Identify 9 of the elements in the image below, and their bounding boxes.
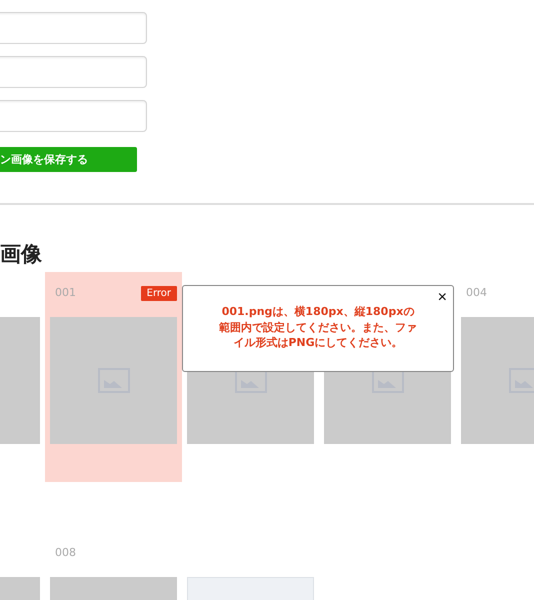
close-button[interactable]: ×	[438, 289, 447, 307]
image-number: 004	[465, 286, 487, 300]
image-number: 001	[54, 286, 76, 300]
error-badge: Error	[140, 286, 177, 301]
section-title: 画像	[0, 241, 43, 267]
save-button[interactable]: ン画像を保存する	[0, 147, 137, 172]
image-number: 008	[54, 546, 76, 560]
error-message: 001.pngは、横180px、縦180pxの範囲内で設定してください。また、ファイル形式はPNGにしてください。	[219, 304, 417, 350]
error-cell[interactable]: 001 Error	[45, 272, 182, 482]
